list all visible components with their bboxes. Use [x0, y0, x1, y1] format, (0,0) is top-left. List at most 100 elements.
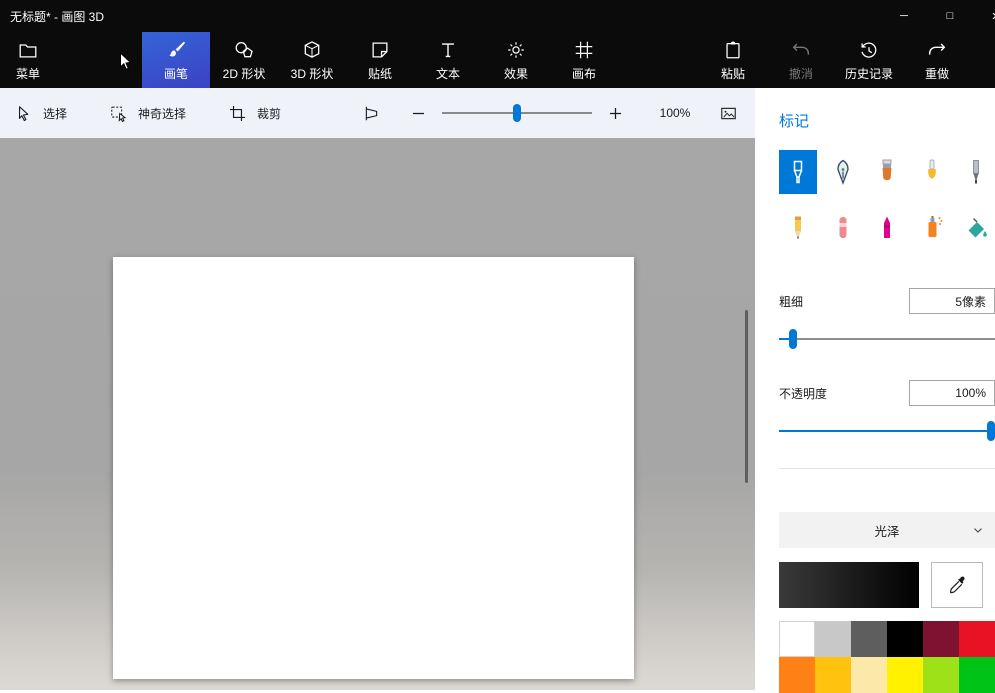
thickness-label: 粗细	[779, 294, 804, 309]
maximize-button[interactable]: □	[927, 0, 973, 32]
palette-swatch-1[interactable]	[815, 621, 851, 657]
thickness-slider[interactable]	[779, 329, 995, 349]
selection-tools: 选择 神奇选择 裁剪	[14, 104, 323, 123]
folder-icon	[17, 39, 39, 61]
brush-icon	[165, 39, 187, 61]
ribbon-tab-text[interactable]: 文本	[414, 32, 482, 88]
fill-icon	[964, 214, 988, 242]
close-button[interactable]: ✕	[973, 0, 995, 32]
tool-label: 选择	[43, 106, 68, 121]
palette-swatch-3[interactable]	[887, 621, 923, 657]
panel-title: 标记	[779, 113, 810, 130]
magic-select-icon	[109, 104, 128, 123]
tool-crop[interactable]: 裁剪	[228, 104, 281, 123]
brush-calligraphy-pen[interactable]	[824, 150, 862, 194]
ribbon-tab-stickers[interactable]: 贴纸	[346, 32, 414, 88]
ribbon-tab-label: 2D 形状	[222, 66, 266, 81]
opacity-input[interactable]	[909, 380, 995, 406]
brush-fill[interactable]	[957, 206, 995, 250]
finish-dropdown-value: 光泽	[874, 524, 900, 539]
crop-icon	[228, 104, 247, 123]
vertical-scrollbar[interactable]	[745, 310, 748, 483]
text-icon	[437, 39, 459, 61]
palette-swatch-11[interactable]	[959, 657, 995, 693]
palette-swatch-9[interactable]	[887, 657, 923, 693]
watercolor-icon	[920, 158, 944, 186]
ribbon-tab-label: 粘贴	[720, 66, 745, 81]
ribbon-tab-label: 效果	[503, 66, 528, 81]
brush-pixel-pen[interactable]	[957, 150, 995, 194]
zoom-slider[interactable]	[442, 103, 592, 123]
minimize-button[interactable]: ─	[881, 0, 927, 32]
ribbon-tab-label: 画布	[571, 66, 596, 81]
ribbon-tab-label: 重做	[924, 66, 949, 81]
palette-swatch-7[interactable]	[815, 657, 851, 693]
redo-icon	[926, 39, 948, 61]
ribbon-tab-label: 历史记录	[844, 66, 893, 81]
ribbon-tab-redo[interactable]: 重做	[903, 32, 971, 88]
ribbon-tab-undo[interactable]: 撤消	[767, 32, 835, 88]
undo-icon	[790, 39, 812, 61]
zoom-slider-thumb[interactable]	[513, 104, 521, 122]
ribbon-tab-brushes[interactable]: 画笔	[142, 32, 210, 88]
calligraphy-pen-icon	[831, 158, 855, 186]
opacity-slider-thumb[interactable]	[987, 421, 995, 441]
brush-grid	[779, 150, 995, 250]
drawing-canvas[interactable]	[113, 257, 634, 679]
ribbon-tab-label: 撤消	[788, 66, 813, 81]
zoom-out-button[interactable]	[409, 104, 428, 123]
palette-swatch-2[interactable]	[851, 621, 887, 657]
brush-oil-brush[interactable]	[868, 150, 906, 194]
brush-spray-can[interactable]	[913, 206, 951, 250]
shapes-2d-icon	[233, 39, 255, 61]
brush-marker[interactable]	[779, 150, 817, 194]
ribbon-tab-label: 画笔	[163, 66, 188, 81]
palette-swatch-8[interactable]	[851, 657, 887, 693]
zoom-in-button[interactable]	[606, 104, 625, 123]
brush-eraser[interactable]	[824, 206, 862, 250]
pixel-pen-icon	[964, 158, 988, 186]
tool-label: 神奇选择	[138, 106, 187, 121]
fit-image-icon[interactable]	[719, 104, 738, 123]
opacity-slider-fill	[779, 430, 995, 432]
brush-watercolor[interactable]	[913, 150, 951, 194]
ribbon-tab-effects[interactable]: 效果	[482, 32, 550, 88]
brush-pencil[interactable]	[779, 206, 817, 250]
sticker-icon	[369, 39, 391, 61]
canvas-icon	[573, 39, 595, 61]
ribbon-toolbar: 菜单 画笔 2D 形状 3D 形状 贴纸 文本 效果 画布 粘贴 撤消 历史记录 重做	[0, 32, 995, 88]
perspective-icon[interactable]	[362, 104, 381, 123]
tool-options-bar: 选择 神奇选择 裁剪 100%	[0, 88, 755, 138]
ribbon-tab-label: 3D 形状	[290, 66, 334, 81]
ribbon-tab-paste[interactable]: 粘贴	[699, 32, 767, 88]
palette-swatch-0[interactable]	[779, 621, 815, 657]
palette-swatch-5[interactable]	[959, 621, 995, 657]
ribbon-tab-label: 文本	[435, 66, 460, 81]
window-controls: ─□✕	[881, 0, 995, 32]
oil-brush-icon	[875, 158, 899, 186]
ribbon-tab-canvas[interactable]: 画布	[550, 32, 618, 88]
ribbon-tab-label: 贴纸	[367, 66, 392, 81]
tool-select[interactable]: 选择	[14, 104, 67, 123]
thickness-input[interactable]	[909, 288, 995, 314]
thickness-slider-fill	[779, 338, 790, 340]
zoom-controls: 100%	[362, 88, 738, 138]
opacity-slider[interactable]	[779, 421, 995, 441]
thickness-slider-thumb[interactable]	[789, 329, 798, 349]
current-color-swatch[interactable]	[779, 562, 919, 608]
palette-swatch-4[interactable]	[923, 621, 959, 657]
palette-swatch-10[interactable]	[923, 657, 959, 693]
brush-crayon[interactable]	[868, 206, 906, 250]
finish-dropdown[interactable]: 光泽	[779, 512, 995, 548]
ribbon-tab-shapes-3d[interactable]: 3D 形状	[278, 32, 346, 88]
palette-swatch-6[interactable]	[779, 657, 815, 693]
ribbon-tab-shapes-2d[interactable]: 2D 形状	[210, 32, 278, 88]
zoom-value[interactable]: 100%	[653, 106, 697, 120]
ribbon-tab-label: 菜单	[15, 66, 40, 81]
eyedropper-button[interactable]	[931, 562, 983, 608]
tool-magic-select[interactable]: 神奇选择	[109, 104, 186, 123]
select-icon	[14, 104, 33, 123]
tool-label: 裁剪	[257, 106, 282, 121]
ribbon-tab-menu[interactable]: 菜单	[0, 32, 56, 88]
ribbon-tab-history[interactable]: 历史记录	[835, 32, 903, 88]
